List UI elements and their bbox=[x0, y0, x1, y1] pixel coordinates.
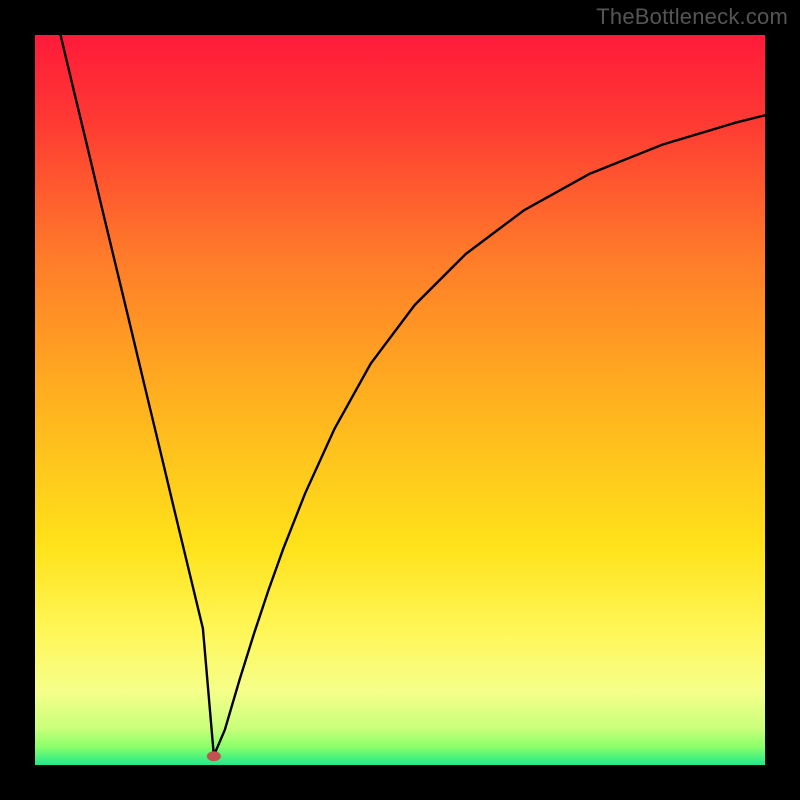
chart-svg bbox=[35, 35, 765, 765]
chart-frame: TheBottleneck.com bbox=[0, 0, 800, 800]
gradient-background bbox=[35, 35, 765, 765]
optimal-marker bbox=[207, 751, 221, 761]
plot-area bbox=[35, 35, 765, 765]
attribution-watermark: TheBottleneck.com bbox=[596, 4, 788, 30]
